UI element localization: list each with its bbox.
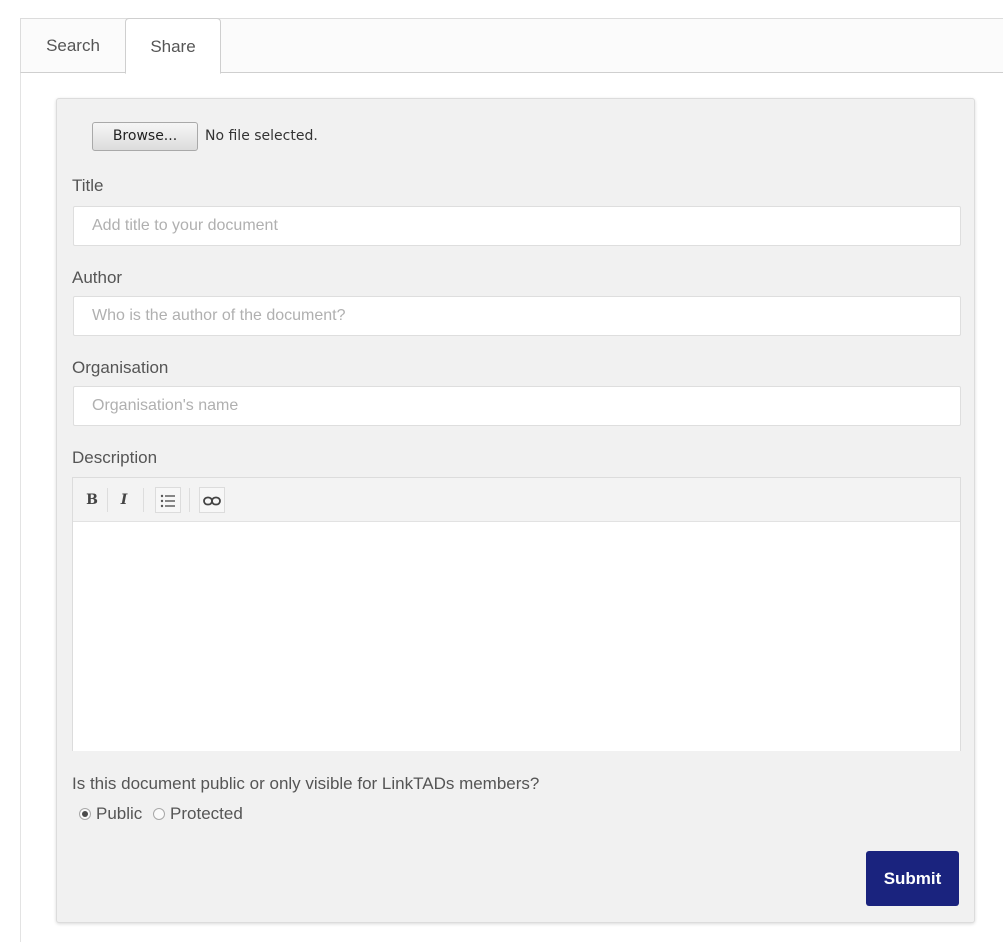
bullet-list-button[interactable] [155, 487, 181, 513]
link-icon [203, 496, 221, 506]
radio-protected[interactable]: Protected [153, 804, 243, 824]
organisation-input[interactable] [73, 386, 961, 426]
visibility-question: Is this document public or only visible … [72, 774, 540, 793]
editor-toolbar: B I [73, 478, 960, 522]
link-button[interactable] [199, 487, 225, 513]
author-label: Author [72, 268, 123, 287]
author-input[interactable] [73, 296, 961, 336]
radio-protected-indicator[interactable] [153, 808, 166, 820]
browse-button[interactable]: Browse... [92, 122, 198, 151]
tab-bar: Search Share [20, 18, 1003, 74]
file-status-text: No file selected. [205, 128, 318, 144]
visibility-radio-group: Public Protected [79, 804, 249, 828]
tab-search[interactable]: Search [21, 18, 125, 74]
title-label: Title [72, 176, 104, 195]
submit-button[interactable]: Submit [866, 851, 959, 906]
italic-button[interactable]: I [111, 487, 137, 513]
share-form-panel: Browse... No file selected. Title Author… [56, 98, 975, 923]
title-input[interactable] [73, 206, 961, 246]
radio-public-indicator[interactable] [79, 808, 91, 820]
radio-public[interactable]: Public [79, 804, 142, 824]
organisation-label: Organisation [72, 358, 169, 377]
description-label: Description [72, 448, 158, 467]
tab-content-border [20, 73, 21, 942]
bold-button[interactable]: B [79, 487, 105, 513]
radio-protected-label: Protected [170, 804, 243, 823]
radio-public-label: Public [96, 804, 143, 823]
description-textarea[interactable] [73, 522, 960, 751]
list-icon [160, 494, 175, 508]
tab-share[interactable]: Share [125, 18, 221, 74]
toolbar-separator [189, 488, 190, 512]
toolbar-separator [107, 488, 108, 512]
description-editor: B I [72, 477, 961, 751]
toolbar-separator [143, 488, 144, 512]
